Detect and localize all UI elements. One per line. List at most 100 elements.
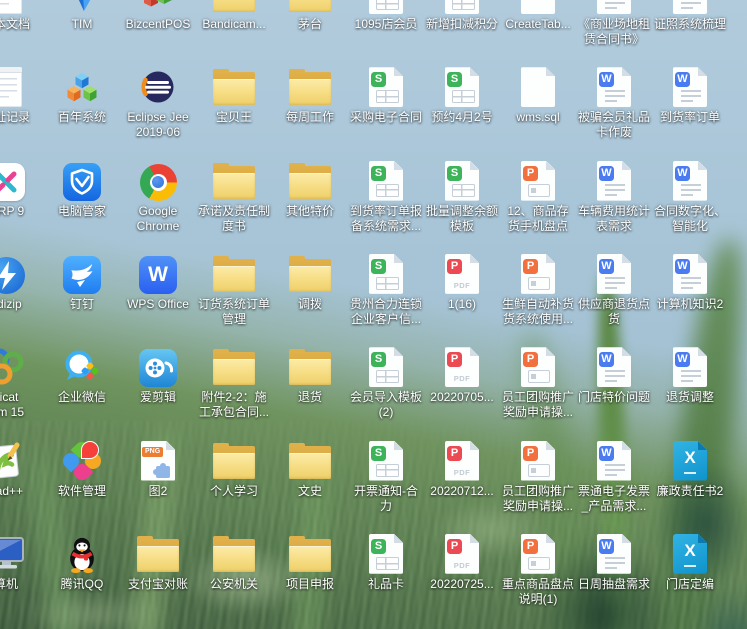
desktop-icon-member-import-sheet[interactable]: S会员导入模板 (2)	[348, 347, 424, 420]
desktop-icon-bandicam-folder[interactable]: Bandicam...	[196, 0, 272, 32]
folder-icon	[212, 0, 256, 14]
desktop-icon-maotai-folder[interactable]: 茅台	[272, 0, 348, 32]
desktop-icon-arrival-rate-order-doc[interactable]: W到货率订单	[652, 67, 728, 125]
png-icon: PNG	[141, 441, 175, 481]
desktop-icon-bandizip[interactable]: ndizip	[0, 254, 44, 312]
desktop-icon-pdf-1-16[interactable]: PPDF1(16)	[424, 254, 500, 312]
plain-icon	[521, 0, 555, 14]
desktop-icon-arrival-report-sheet[interactable]: S到货率订单报 备系统需求...	[348, 161, 424, 234]
desktop-icon-contract-digital-doc[interactable]: W合同数字化、 智能化	[652, 161, 728, 234]
desktop-icon-points-adjust-sheet[interactable]: S新增扣减积分	[424, 0, 500, 32]
desktop-icon-bizcentpos[interactable]: BizcentPOS	[120, 0, 196, 32]
desktop-icon-returns-folder[interactable]: 退货	[272, 347, 348, 405]
icon-art-box	[272, 534, 348, 574]
icon-label: Bandicam...	[194, 17, 274, 32]
desktop-icon-weekly-work-folder[interactable]: 每周工作	[272, 67, 348, 125]
icon-label: 员工团购推广 奖励申请操...	[498, 390, 578, 420]
desktop-icon-pdf-20220712[interactable]: PPDF20220712...	[424, 441, 500, 499]
desktop-icon-heli-chain-sheet[interactable]: S贵州合力连锁 企业客户信...	[348, 254, 424, 327]
desktop-icon-inventory-count-ppt[interactable]: P12、商品存 货手机盘点	[500, 161, 576, 234]
desktop-icon-appointment-sheet[interactable]: S预约4月2号	[424, 67, 500, 125]
desktop-icon-project-apply-folder[interactable]: 项目申报	[272, 534, 348, 592]
icon-art-box	[44, 254, 120, 294]
desktop-icon-software-manager[interactable]: 软件管理	[44, 441, 120, 499]
navicat-icon	[0, 347, 26, 387]
icon-art-box	[272, 161, 348, 201]
desktop-icon-wms-sql[interactable]: wms.sql	[500, 67, 576, 125]
et-icon: S	[369, 347, 403, 387]
desktop-icon-pc-manager[interactable]: 电脑管家	[44, 161, 120, 219]
icon-art-box	[120, 67, 196, 107]
desktop-icon-commitment-folder[interactable]: 承诺及责任制 度书	[196, 161, 272, 234]
desktop-icon-pdf-20220705[interactable]: PPDF20220705...	[424, 347, 500, 405]
et-icon: S	[369, 254, 403, 294]
desktop-icon-invoice-notice-sheet[interactable]: S开票通知-合 力	[348, 441, 424, 514]
desktop-icon-this-pc[interactable]: 算机	[0, 534, 44, 592]
desktop-icon-store-staffing-doc[interactable]: X门店定编	[652, 534, 728, 592]
desktop-icon-supplier-return-doc[interactable]: W供应商退货点 货	[576, 254, 652, 327]
desktop-icon-daily-weekly-count-doc[interactable]: W日周抽盘需求	[576, 534, 652, 592]
desktop-icon-wenshi-folder[interactable]: 文史	[272, 441, 348, 499]
desktop-icon-baobeiwang-folder[interactable]: 宝贝王	[196, 67, 272, 125]
icon-art-box: W	[576, 67, 652, 107]
desktop-icon-aijianji[interactable]: 爱剪辑	[120, 347, 196, 405]
desktop-icon-axure-rp9[interactable]: e RP 9	[0, 161, 44, 219]
desktop-icon-return-adjust-doc[interactable]: W退货调整	[652, 347, 728, 405]
desktop-icon-dingtalk[interactable]: 钉钉	[44, 254, 120, 312]
desktop-icon-google-chrome[interactable]: Google Chrome	[120, 161, 196, 234]
desktop-icon-wps-office[interactable]: WWPS Office	[120, 254, 196, 312]
icon-art-box: S	[424, 161, 500, 201]
icon-art-box	[500, 0, 576, 14]
desktop-icon-attachment-contract-folder[interactable]: 附件2-2：施 工承包合同...	[196, 347, 272, 420]
desktop-icon-order-system-folder[interactable]: 订货系统订单 管理	[196, 254, 272, 327]
ppt-icon: P	[521, 254, 555, 294]
desktop-icon-transfer-folder[interactable]: 调拨	[272, 254, 348, 312]
icon-art-box: W	[652, 347, 728, 387]
thispc-icon	[0, 534, 28, 574]
desktop-icon-license-system-doc[interactable]: W证照系统梳理	[652, 0, 728, 32]
icon-art-box	[196, 441, 272, 481]
desktop-icon-createtab-file[interactable]: CreateTab...	[500, 0, 576, 32]
desktop-icon-purchase-contract-sheet[interactable]: S采购电子合同	[348, 67, 424, 125]
desktop-icon-pdf-20220725[interactable]: PPDF20220725...	[424, 534, 500, 592]
desktop-icon-personal-study-folder[interactable]: 个人学习	[196, 441, 272, 499]
icon-art-box	[196, 534, 272, 574]
icon-art-box	[272, 254, 348, 294]
desktop-icon-fresh-replenish-ppt[interactable]: P生鲜自动补货 货系统使用...	[500, 254, 576, 327]
icon-label: ndizip	[0, 297, 46, 312]
pcmgr-icon	[63, 163, 101, 201]
desktop-icon-police-folder[interactable]: 公安机关	[196, 534, 272, 592]
desktop-icon-wecom[interactable]: 企业微信	[44, 347, 120, 405]
desktop-icon-other-specials-folder[interactable]: 其他特价	[272, 161, 348, 219]
icon-label: 合同数字化、 智能化	[650, 204, 730, 234]
icon-label: e RP 9	[0, 204, 46, 219]
desktop-icon-text-document[interactable]: 文本文档	[0, 0, 44, 32]
desktop-icon-giftcard-void-doc[interactable]: W被骗会员礼品 卡作废	[576, 67, 652, 140]
desktop-icon-tencent-qq[interactable]: 腾讯QQ	[44, 534, 120, 592]
desktop-icon-integrity-doc-2[interactable]: X廉政责任书2	[652, 441, 728, 499]
desktop-icon-computer-knowledge-doc[interactable]: W计算机知识2	[652, 254, 728, 312]
desktop-icon-bainian-system[interactable]: 百年系统	[44, 67, 120, 125]
desktop-icon-eclipse-jee[interactable]: Eclipse Jee 2019-06	[120, 67, 196, 140]
desktop-icon-balance-template-sheet[interactable]: S批量调整余额 模板	[424, 161, 500, 234]
desktop-icon-key-goods-count-ppt[interactable]: P重点商品盘点 说明(1)	[500, 534, 576, 607]
icon-art-box	[500, 67, 576, 107]
icon-label: 采购电子合同	[346, 110, 426, 125]
desktop-icon-image-tu2[interactable]: PNG图2	[120, 441, 196, 499]
desktop-icon-url-notes[interactable]: 网址记录	[0, 67, 44, 125]
desktop-icon-giftcard-sheet[interactable]: S礼品卡	[348, 534, 424, 592]
desktop-icon-store-members-1095[interactable]: S1095店会员	[348, 0, 424, 32]
dingtalk-icon	[63, 256, 101, 294]
desktop-icon-vehicle-cost-doc[interactable]: W车辆费用统计 表需求	[576, 161, 652, 234]
desktop-icon-groupbuy-reward-ppt-2[interactable]: P员工团购推广 奖励申请操...	[500, 441, 576, 514]
desktop-icon-store-special-doc[interactable]: W门店特价问题	[576, 347, 652, 405]
icon-label: 《商业场地租 赁合同书》	[574, 17, 654, 47]
icon-label: 门店定编	[650, 577, 730, 592]
desktop-icon-einvoice-requirement-doc[interactable]: W票通电子发票 _产品需求...	[576, 441, 652, 514]
desktop-icon-tim[interactable]: TIM	[44, 0, 120, 32]
desktop-icon-navicat-premium-15[interactable]: vicat ium 15	[0, 347, 44, 420]
desktop-icon-lease-contract-doc[interactable]: W《商业场地租 赁合同书》	[576, 0, 652, 47]
desktop-icon-groupbuy-reward-ppt-1[interactable]: P员工团购推广 奖励申请操...	[500, 347, 576, 420]
desktop-icon-notepad-plus-plus[interactable]: pad++	[0, 441, 44, 499]
desktop-icon-alipay-recon-folder[interactable]: 支付宝对账	[120, 534, 196, 592]
